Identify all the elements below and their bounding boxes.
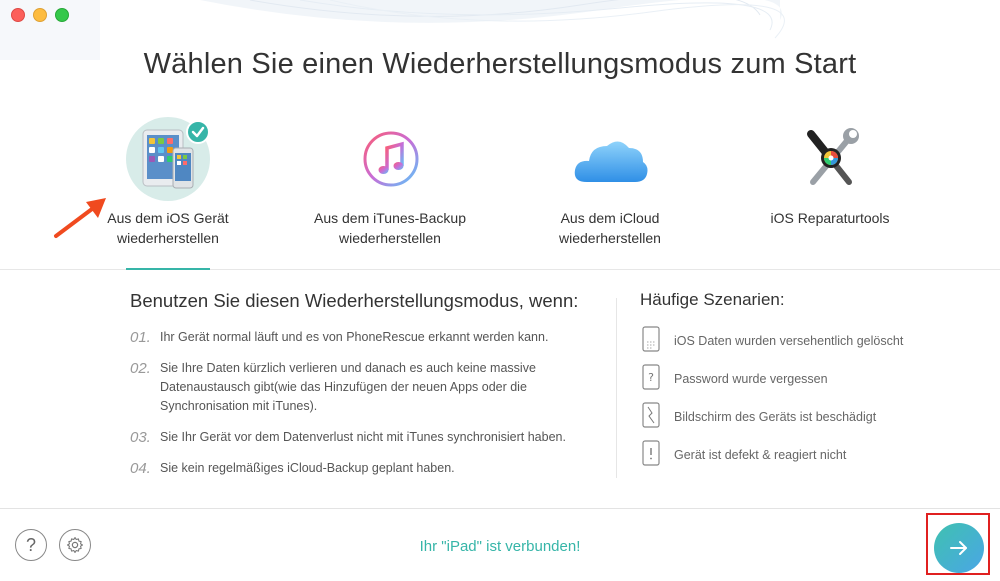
usage-section: Benutzen Sie diesen Wiederherstellungsmo… [130, 290, 600, 490]
svg-text:?: ? [648, 371, 654, 384]
step-text: Ihr Gerät normal läuft und es von PhoneR… [160, 330, 549, 344]
step-text: Sie Ihr Gerät vor dem Datenverlust nicht… [160, 430, 566, 444]
mode-label: Aus dem iTunes-Backup wiederherstellen [280, 208, 500, 248]
mode-label-line1: Aus dem iTunes-Backup [314, 210, 466, 226]
itunes-icon [347, 116, 433, 202]
mode-label-line1: iOS Reparaturtools [770, 210, 890, 226]
close-window-button[interactable] [11, 8, 25, 22]
usage-heading: Benutzen Sie diesen Wiederherstellungsmo… [130, 290, 579, 311]
annotation-arrow-icon [54, 198, 106, 238]
active-mode-indicator [126, 268, 210, 270]
mode-label-line2: wiederherstellen [339, 230, 441, 246]
mode-ios-device[interactable]: Aus dem iOS Gerät wiederherstellen [58, 110, 278, 270]
app-window: Wählen Sie einen Wiederherstellungsmodus… [0, 0, 1000, 581]
scenario-text: Password wurde vergessen [674, 372, 828, 386]
deleted-data-phone-icon [640, 325, 674, 357]
maximize-window-button[interactable] [55, 8, 69, 22]
scenario-item: Gerät ist defekt & reagiert nicht [640, 439, 970, 471]
mode-label: iOS Reparaturtools [720, 208, 940, 228]
unresponsive-phone-icon [640, 439, 674, 471]
broken-screen-phone-icon [640, 401, 674, 433]
page-title: Wählen Sie einen Wiederherstellungsmodus… [143, 48, 857, 80]
step-number: 04. [130, 460, 151, 477]
mode-repair-tools[interactable]: iOS Reparaturtools [720, 110, 940, 270]
connection-status: Ihr "iPad" ist verbunden! [419, 538, 581, 555]
step-text: Sie kein regelmäßiges iCloud-Backup gepl… [160, 461, 455, 475]
scenario-text: Gerät ist defekt & reagiert nicht [674, 448, 847, 462]
step-number: 03. [130, 429, 151, 446]
usage-step: 03. Sie Ihr Gerät vor dem Datenverlust n… [130, 428, 600, 447]
usage-step: 01. Ihr Gerät normal läuft und es von Ph… [130, 328, 600, 347]
forgot-password-phone-icon: ? [640, 363, 674, 395]
scenarios-heading: Häufige Szenarien: [640, 290, 785, 309]
usage-step: 02. Sie Ihre Daten kürzlich verlieren un… [130, 359, 600, 416]
mode-label-line2: wiederherstellen [559, 230, 661, 246]
usage-step: 04. Sie kein regelmäßiges iCloud-Backup … [130, 459, 600, 478]
recovery-mode-selector: Aus dem iOS Gerät wiederherstellen Aus d… [0, 110, 1000, 270]
icloud-icon [567, 116, 653, 202]
mode-icloud[interactable]: Aus dem iCloud wiederherstellen [500, 110, 720, 270]
next-button[interactable] [934, 523, 984, 573]
scenario-item: Bildschirm des Geräts ist beschädigt [640, 401, 970, 433]
scenarios-section: Häufige Szenarien: iOS Daten wurden vers… [640, 290, 970, 480]
footer-bar: ? Ihr "iPad" ist verbunden! [0, 508, 1000, 581]
mode-label: Aus dem iCloud wiederherstellen [500, 208, 720, 248]
mode-itunes-backup[interactable]: Aus dem iTunes-Backup wiederherstellen [280, 110, 500, 270]
column-divider [616, 298, 617, 478]
repair-tools-icon [787, 116, 873, 202]
scenario-text: Bildschirm des Geräts ist beschädigt [674, 410, 877, 424]
arrow-right-icon [950, 541, 967, 555]
scenario-item: iOS Daten wurden versehentlich gelöscht [640, 325, 970, 357]
window-controls [11, 8, 69, 22]
step-number: 02. [130, 360, 151, 377]
mode-label-line1: Aus dem iCloud [560, 210, 660, 226]
scenario-item: ? Password wurde vergessen [640, 363, 970, 395]
step-number: 01. [130, 329, 151, 346]
step-text: Sie Ihre Daten kürzlich verlieren und da… [160, 361, 536, 413]
minimize-window-button[interactable] [33, 8, 47, 22]
scenario-text: iOS Daten wurden versehentlich gelöscht [674, 334, 904, 348]
selected-check-icon [186, 120, 210, 144]
